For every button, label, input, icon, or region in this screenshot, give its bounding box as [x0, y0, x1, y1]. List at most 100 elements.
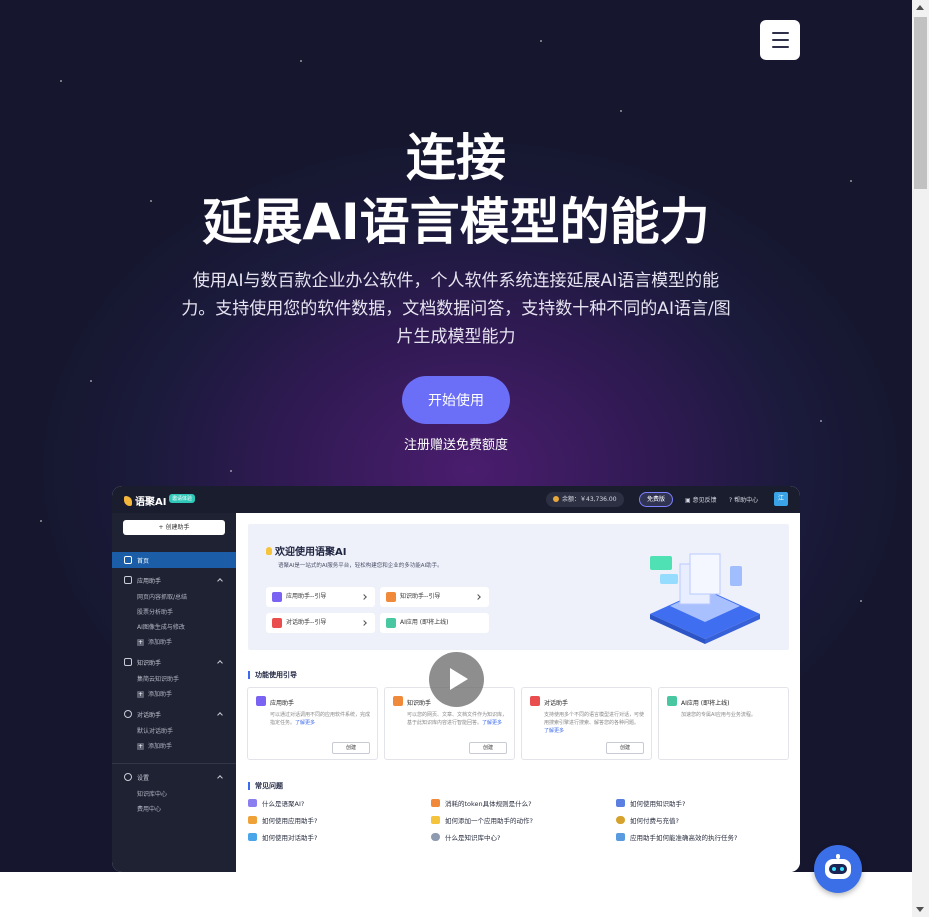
card-title: 对话助手 [544, 700, 569, 707]
faq-label: 应用助手如何能准确高效的执行任务? [630, 834, 738, 842]
add-assistant-link[interactable]: + 添加助手 [137, 689, 172, 698]
add-assistant-link[interactable]: + 添加助手 [137, 637, 172, 646]
guide-knowledge-assistant[interactable]: 知识助手--引导 [380, 587, 489, 607]
sidebar-item[interactable]: 集简云知识助手 [137, 674, 179, 683]
sidebar-item[interactable]: 网页内容抓取/总结 [137, 592, 187, 601]
feedback-link[interactable]: ▣ 意见反馈 [685, 495, 717, 504]
document-icon [124, 658, 132, 666]
faq-item[interactable]: 消耗的token具体规则是什么? [431, 798, 532, 808]
faq-item[interactable]: 如何付费与充值? [616, 815, 679, 825]
create-button[interactable]: 创建 [469, 742, 507, 754]
guide-label: 对话助手--引导 [286, 619, 327, 626]
card-title: 应用助手 [270, 700, 295, 707]
sidebar-group-settings[interactable]: 设置 [112, 773, 236, 783]
scrollbar-thumb[interactable] [914, 17, 927, 189]
balance-pill: 余额：￥43,736.00 [546, 492, 624, 507]
chevron-up-icon [217, 578, 223, 584]
create-button[interactable]: 创建 [606, 742, 644, 754]
hero-title-line1: 连接 [406, 129, 506, 187]
sidebar-item[interactable]: 默认对话助手 [137, 726, 173, 735]
help-link[interactable]: ? 帮助中心 [729, 495, 758, 504]
beta-badge: 邀请体验 [169, 494, 196, 503]
sidebar-group-app[interactable]: 应用助手 [112, 576, 236, 586]
card-title: AI应用 (即将上线) [681, 700, 730, 707]
sidebar-item-home[interactable]: 首页 [112, 552, 236, 568]
welcome-title-text: 欢迎使用语聚AI [275, 547, 347, 558]
coin-icon [553, 496, 559, 502]
app-logo: 语聚AI [124, 493, 166, 508]
avatar[interactable]: 江 [774, 492, 788, 506]
hero-title-line2: 延展AI语言模型的能力 [202, 193, 710, 251]
sidebar-item[interactable]: AI图像生成与修改 [137, 622, 185, 631]
create-button[interactable]: 创建 [332, 742, 370, 754]
play-video-button[interactable] [429, 652, 484, 707]
add-assistant-label: 添加助手 [148, 743, 173, 750]
isometric-illustration [650, 553, 760, 644]
card-description: 可以通过对话调用不同的应用软件系统，完成指定任务。了解更多 [270, 711, 370, 727]
faq-title: 常见问题 [248, 782, 283, 790]
start-button[interactable]: 开始使用 [402, 376, 510, 424]
faq-icon [431, 816, 440, 824]
faq-label: 如何付费与充值? [630, 817, 679, 825]
hero-description: 使用AI与数百款企业办公软件，个人软件系统连接延展AI语言模型的能力。支持使用您… [181, 271, 731, 347]
sidebar-item[interactable]: 股票分析助手 [137, 607, 173, 616]
chevron-up-icon [217, 775, 223, 781]
home-icon [124, 556, 132, 564]
chatbot-launcher-button[interactable] [814, 845, 862, 893]
hamburger-menu-icon[interactable] [760, 20, 800, 60]
faq-icon [431, 833, 440, 841]
guide-label: 应用助手--引导 [286, 593, 327, 600]
faq-item[interactable]: 如何使用知识助手? [616, 798, 685, 808]
cube-icon [124, 576, 132, 584]
faq-item[interactable]: 什么是知识库中心? [431, 832, 500, 842]
learn-more-link[interactable]: 了解更多 [295, 720, 315, 726]
faq-item[interactable]: 应用助手如何能准确高效的执行任务? [616, 832, 737, 842]
page-below-hero [0, 872, 912, 917]
chat-assistant-icon [272, 618, 282, 628]
scroll-down-arrow-icon[interactable] [916, 907, 924, 912]
card-description: 可以您的网页、文章、文档文件作为知识库，基于此知识库内容进行智能回答。了解更多 [407, 711, 507, 727]
faq-item[interactable]: 如何使用应用助手? [248, 815, 317, 825]
sidebar-group-knowledge[interactable]: 知识助手 [112, 658, 236, 668]
guide-app-assistant[interactable]: 应用助手--引导 [266, 587, 375, 607]
chevron-right-icon [361, 594, 367, 600]
sidebar-item[interactable]: 知识库中心 [137, 789, 167, 798]
faq-icon [248, 799, 257, 807]
signup-note: 注册赠送免费额度 [403, 438, 508, 453]
learn-more-link[interactable]: 了解更多 [544, 728, 564, 734]
add-assistant-label: 添加助手 [148, 639, 173, 646]
card-description: 加速您的专属AI应用与业务流程。 [681, 711, 781, 719]
sidebar-group-label: 知识助手 [137, 660, 162, 667]
learn-more-link[interactable]: 了解更多 [482, 720, 502, 726]
faq-item[interactable]: 什么是语聚AI? [248, 798, 304, 808]
sidebar-item[interactable]: 费用中心 [137, 804, 161, 813]
logo-mark-icon [124, 496, 132, 506]
faq-icon [248, 816, 257, 824]
create-assistant-button[interactable]: + 创建助手 [123, 520, 225, 535]
welcome-subtitle: 语聚AI是一站式的AI服务平台，轻松构建您和企业的多功能AI助手。 [278, 563, 443, 569]
app-logo-text: 语聚AI [135, 497, 167, 508]
free-plan-button[interactable]: 免费版 [639, 492, 673, 507]
app-main: 欢迎使用语聚AI 语聚AI是一站式的AI服务平台，轻松构建您和企业的多功能AI助… [236, 513, 800, 872]
app-assistant-icon [256, 696, 266, 706]
guide-ai-app[interactable]: AI应用 (即将上线) [380, 613, 489, 633]
faq-item[interactable]: 如何使用对话助手? [248, 832, 317, 842]
chevron-up-icon [217, 660, 223, 666]
guide-chat-assistant[interactable]: 对话助手--引导 [266, 613, 375, 633]
scroll-up-arrow-icon[interactable] [916, 5, 924, 10]
guide-label: AI应用 (即将上线) [400, 619, 449, 626]
faq-icon [616, 799, 625, 807]
faq-label: 什么是知识库中心? [445, 834, 501, 842]
faq-label: 如何添加一个应用助手的动作? [445, 817, 533, 825]
faq-item[interactable]: 如何添加一个应用助手的动作? [431, 815, 533, 825]
vertical-scrollbar[interactable] [912, 0, 929, 917]
faq-icon [616, 833, 625, 841]
robot-eye [832, 867, 836, 871]
app-assistant-icon [272, 592, 282, 602]
card-description: 支持使用多个不同的语言模型进行对话，可使用搜索引擎进行搜索、解答您的各种问题。了… [544, 711, 644, 735]
sidebar-item-label: 首页 [137, 558, 150, 565]
sidebar-group-chat[interactable]: 对话助手 [112, 710, 236, 720]
welcome-panel: 欢迎使用语聚AI 语聚AI是一站式的AI服务平台，轻松构建您和企业的多功能AI助… [248, 524, 789, 650]
add-assistant-link[interactable]: + 添加助手 [137, 741, 172, 750]
chevron-right-icon [475, 594, 481, 600]
